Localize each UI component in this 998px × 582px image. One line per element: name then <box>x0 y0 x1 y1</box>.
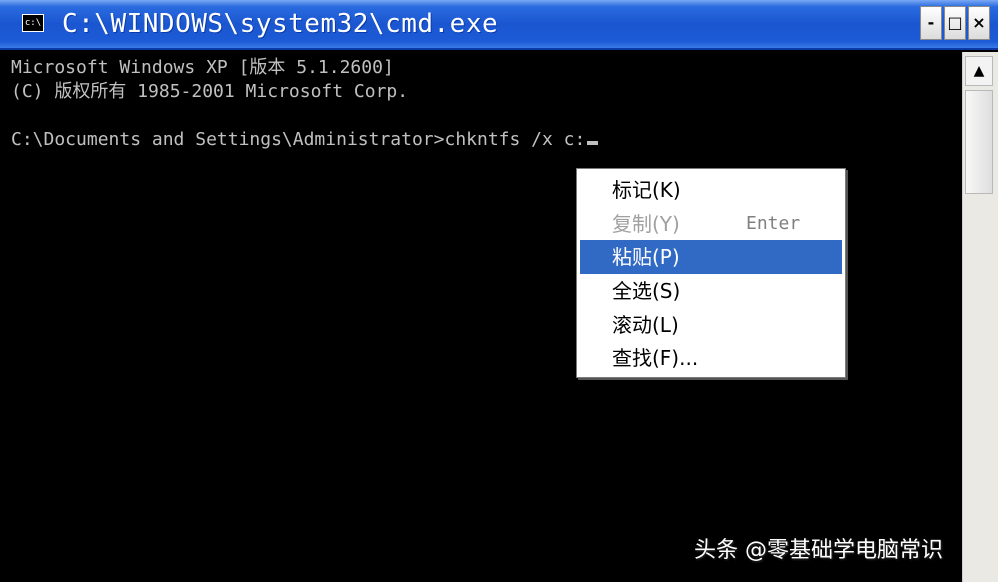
menu-item-label: 复制(Y) <box>612 212 680 236</box>
prompt-text: C:\Documents and Settings\Administrator>… <box>11 129 586 150</box>
scroll-thumb[interactable] <box>965 90 993 194</box>
menu-item-label: 标记(K) <box>612 178 681 202</box>
maximize-button[interactable]: □ <box>944 6 966 40</box>
watermark-text: 头条 @零基础学电脑常识 <box>694 538 943 563</box>
vertical-scrollbar[interactable]: ▲ <box>962 52 998 582</box>
menu-item-copy[interactable]: 复制(Y) Enter <box>580 207 842 241</box>
console-app-icon[interactable]: c:\ <box>22 14 44 32</box>
minimize-button[interactable]: - <box>920 6 942 40</box>
menu-item-find[interactable]: 查找(F)... <box>580 341 842 375</box>
menu-item-paste[interactable]: 粘贴(P) <box>580 240 842 274</box>
console-line-copyright: (C) 版权所有 1985-2001 Microsoft Corp. <box>11 81 409 102</box>
context-menu: 标记(K) 复制(Y) Enter 粘贴(P) 全选(S) 滚动(L) 查找(F… <box>576 168 846 378</box>
window-title: C:\WINDOWS\system32\cmd.exe <box>62 9 499 39</box>
scroll-up-button[interactable]: ▲ <box>965 56 993 86</box>
menu-item-label: 全选(S) <box>612 279 681 303</box>
menu-item-select-all[interactable]: 全选(S) <box>580 274 842 308</box>
close-button[interactable]: × <box>968 6 990 40</box>
menu-item-label: 滚动(L) <box>612 313 679 337</box>
up-arrow-icon: ▲ <box>973 63 985 79</box>
menu-item-mark[interactable]: 标记(K) <box>580 173 842 207</box>
console-line-version: Microsoft Windows XP [版本 5.1.2600] <box>11 57 394 78</box>
title-bar[interactable]: c:\ C:\WINDOWS\system32\cmd.exe - □ × <box>0 0 998 50</box>
cmd-window: c:\ C:\WINDOWS\system32\cmd.exe - □ × Mi… <box>0 0 998 582</box>
text-cursor <box>587 141 599 145</box>
menu-item-shortcut: Enter <box>746 213 801 234</box>
menu-item-label: 查找(F)... <box>612 346 699 370</box>
console-line-prompt: C:\Documents and Settings\Administrator>… <box>11 128 599 152</box>
menu-item-scroll[interactable]: 滚动(L) <box>580 308 842 342</box>
menu-item-label: 粘贴(P) <box>612 245 680 269</box>
